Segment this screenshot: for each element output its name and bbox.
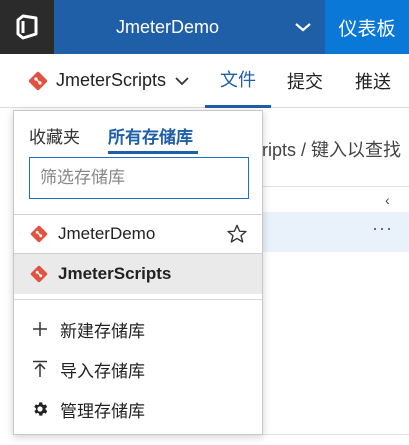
project-dropdown-button[interactable]: [281, 0, 325, 54]
repo-selector[interactable]: JmeterScripts: [0, 54, 205, 108]
more-actions-button[interactable]: ···: [372, 218, 393, 239]
plus-icon: [33, 322, 47, 336]
tab-all-repos[interactable]: 所有存储库: [108, 123, 193, 148]
manage-repos-button[interactable]: 管理存储库: [14, 389, 262, 429]
current-repo-name: JmeterScripts: [56, 70, 167, 90]
tab-files[interactable]: 文件: [205, 54, 271, 108]
new-repo-label: 新建存储库: [60, 321, 145, 341]
divider: [262, 434, 409, 435]
visual-studio-icon: [16, 14, 38, 40]
manage-repos-label: 管理存储库: [60, 401, 145, 421]
import-icon: [33, 360, 47, 377]
repo-list-item[interactable]: JmeterScripts: [14, 254, 262, 294]
active-tab-indicator: [108, 151, 198, 154]
git-repo-icon: [30, 225, 48, 243]
visual-studio-logo-button[interactable]: [0, 0, 54, 54]
repo-name: JmeterScripts: [58, 264, 172, 283]
project-selector[interactable]: JmeterDemo: [54, 0, 281, 54]
tab-commits[interactable]: 提交: [271, 54, 339, 108]
chevron-down-icon: [175, 76, 189, 85]
breadcrumb[interactable]: ripts / 键入以查找: [262, 136, 401, 162]
gear-icon: [34, 402, 48, 416]
repo-list-item[interactable]: JmeterDemo: [14, 214, 262, 254]
filter-repos-input[interactable]: [29, 157, 249, 199]
repo-panel-tabs: 收藏夹 所有存储库: [14, 111, 264, 155]
repo-dropdown-panel: 收藏夹 所有存储库 JmeterDemo JmeterScripts: [13, 110, 263, 435]
top-bar: JmeterDemo 仪表板: [0, 0, 409, 54]
tab-favorites[interactable]: 收藏夹: [29, 123, 80, 148]
repo-nav-bar: JmeterScripts 文件 提交 推送: [0, 54, 409, 108]
divider: [262, 186, 409, 187]
divider: [14, 299, 262, 300]
chevron-down-icon: [295, 23, 311, 32]
import-repo-button[interactable]: 导入存储库: [14, 349, 262, 389]
import-repo-label: 导入存储库: [60, 361, 145, 381]
git-repo-icon: [28, 71, 48, 90]
project-name: JmeterDemo: [115, 16, 220, 37]
collapse-pane-button[interactable]: ‹: [385, 192, 390, 208]
dashboard-button[interactable]: 仪表板: [325, 0, 409, 54]
repo-name: JmeterDemo: [58, 224, 156, 243]
new-repo-button[interactable]: 新建存储库: [14, 309, 262, 349]
tab-pushes[interactable]: 推送: [339, 54, 407, 108]
star-icon[interactable]: [226, 223, 248, 245]
git-repo-icon: [30, 265, 48, 283]
